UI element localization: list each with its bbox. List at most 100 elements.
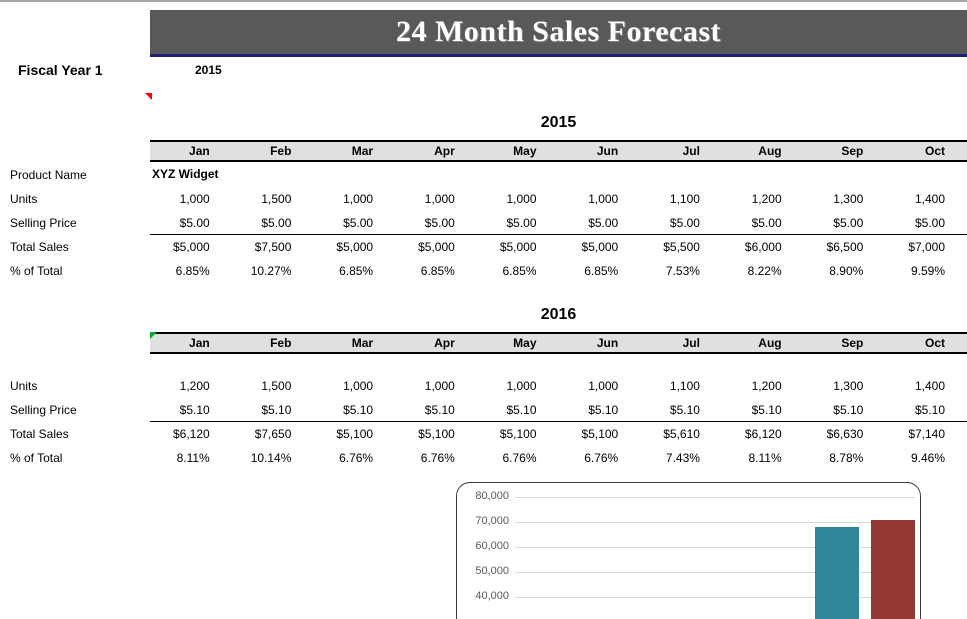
table-cell[interactable]: 8.11% [150, 448, 232, 470]
table-cell[interactable]: $5,100 [559, 424, 641, 446]
table-cell[interactable]: $5.00 [232, 213, 314, 234]
table-cell[interactable]: $5,000 [395, 237, 477, 259]
table-cell[interactable]: $5.10 [477, 400, 559, 421]
table-cell[interactable]: 6.85% [559, 261, 641, 283]
table-cell[interactable]: $7,140 [885, 424, 967, 446]
table-cell[interactable]: $5.10 [313, 400, 395, 421]
table-cell[interactable]: $5,000 [313, 237, 395, 259]
table-cell[interactable]: 1,400 [885, 376, 967, 398]
table-cell[interactable]: 1,000 [395, 376, 477, 398]
month-header-cell: Sep [841, 336, 864, 350]
table-cell[interactable]: 6.85% [313, 261, 395, 283]
table-cell[interactable]: $5.00 [885, 213, 967, 234]
table-cell[interactable]: $5,100 [313, 424, 395, 446]
table-cell[interactable]: 6.76% [313, 448, 395, 470]
month-header-row-2016: Jan Feb Mar Apr May Jun Jul Aug Sep Oct [150, 332, 967, 354]
comment-marker-red-icon[interactable] [145, 93, 152, 100]
table-cell[interactable]: 1,100 [640, 189, 722, 211]
chart-bar[interactable] [815, 526, 859, 619]
table-cell[interactable]: 10.27% [232, 261, 314, 283]
table-cell[interactable]: 1,000 [313, 376, 395, 398]
table-cell[interactable]: 1,000 [477, 189, 559, 211]
table-cell[interactable]: 9.46% [885, 448, 967, 470]
table-cell[interactable]: 8.78% [804, 448, 886, 470]
table-cell[interactable]: 1,400 [885, 189, 967, 211]
table-cell[interactable]: 6.85% [477, 261, 559, 283]
table-cell[interactable]: 6.76% [395, 448, 477, 470]
chart-y-tick-label: 40,000 [475, 590, 509, 602]
sales-bar-chart[interactable]: 80,000 70,000 60,000 50,000 40,000 [456, 482, 921, 619]
table-cell[interactable]: 8.90% [804, 261, 886, 283]
table-cell[interactable]: $5.10 [804, 400, 886, 421]
table-cell[interactable]: $5.00 [477, 213, 559, 234]
month-header-cell: Jan [189, 144, 210, 158]
table-cell[interactable]: 1,000 [313, 189, 395, 211]
table-cell[interactable]: $5.10 [559, 400, 641, 421]
table-cell[interactable]: 1,000 [559, 376, 641, 398]
table-cell[interactable]: 8.11% [722, 448, 804, 470]
table-cell[interactable]: $5.10 [640, 400, 722, 421]
table-cell[interactable]: $5.10 [150, 400, 232, 421]
table-cell[interactable]: 10.14% [232, 448, 314, 470]
month-header-row-2015: Jan Feb Mar Apr May Jun Jul Aug Sep Oct [150, 140, 967, 162]
table-cell[interactable]: $5.10 [722, 400, 804, 421]
table-cell[interactable]: $5,100 [395, 424, 477, 446]
table-cell[interactable]: $5.10 [885, 400, 967, 421]
table-cell[interactable]: 1,500 [232, 376, 314, 398]
table-cell[interactable]: $5.00 [804, 213, 886, 234]
spreadsheet-page: 24 Month Sales Forecast Fiscal Year 1 20… [0, 0, 967, 619]
table-cell[interactable]: $6,120 [150, 424, 232, 446]
table-cell[interactable]: 1,000 [477, 376, 559, 398]
table-cell[interactable]: 1,200 [722, 189, 804, 211]
table-cell[interactable]: $5.00 [640, 213, 722, 234]
table-cell[interactable]: 1,500 [232, 189, 314, 211]
table-cell[interactable]: $5,000 [477, 237, 559, 259]
table-cell[interactable]: $5.00 [722, 213, 804, 234]
table-cell[interactable]: 1,100 [640, 376, 722, 398]
table-cell[interactable]: 1,200 [722, 376, 804, 398]
table-cell[interactable]: $7,650 [232, 424, 314, 446]
table-cell[interactable]: $6,000 [722, 237, 804, 259]
table-cell[interactable]: 7.53% [640, 261, 722, 283]
month-header-cell: Jan [189, 336, 210, 350]
table-cell[interactable]: $7,500 [232, 237, 314, 259]
table-cell[interactable]: $5.10 [395, 400, 477, 421]
table-cell[interactable]: $5.00 [559, 213, 641, 234]
table-cell[interactable]: 1,300 [804, 189, 886, 211]
month-header-cell: Oct [925, 336, 946, 350]
table-cell[interactable]: 1,200 [150, 376, 232, 398]
data-row-selling-price-2015: $5.00 $5.00 $5.00 $5.00 $5.00 $5.00 $5.0… [150, 213, 967, 235]
table-cell[interactable]: 1,000 [559, 189, 641, 211]
table-cell[interactable]: $6,500 [804, 237, 886, 259]
comment-marker-green-icon[interactable] [150, 332, 157, 339]
table-cell[interactable]: $5.00 [313, 213, 395, 234]
data-row-percent-of-total-2015: 6.85% 10.27% 6.85% 6.85% 6.85% 6.85% 7.5… [150, 261, 967, 283]
row-label-product-name: Product Name [10, 168, 87, 182]
chart-y-tick-label: 80,000 [475, 490, 509, 502]
table-cell[interactable]: 1,000 [150, 189, 232, 211]
chart-bar[interactable] [871, 520, 915, 619]
table-cell[interactable]: $5.10 [232, 400, 314, 421]
table-cell[interactable]: 8.22% [722, 261, 804, 283]
product-name-value-2015[interactable]: XYZ Widget [152, 167, 219, 181]
table-cell[interactable]: $5,000 [559, 237, 641, 259]
table-cell[interactable]: $5.00 [150, 213, 232, 234]
table-cell[interactable]: 6.76% [477, 448, 559, 470]
fiscal-year-value[interactable]: 2015 [195, 63, 222, 77]
table-cell[interactable]: $5,610 [640, 424, 722, 446]
table-cell[interactable]: 7.43% [640, 448, 722, 470]
table-cell[interactable]: $6,120 [722, 424, 804, 446]
table-cell[interactable]: 9.59% [885, 261, 967, 283]
table-cell[interactable]: $5,500 [640, 237, 722, 259]
table-cell[interactable]: 6.76% [559, 448, 641, 470]
table-cell[interactable]: $5,100 [477, 424, 559, 446]
table-cell[interactable]: 1,300 [804, 376, 886, 398]
table-cell[interactable]: $5.00 [395, 213, 477, 234]
table-cell[interactable]: $5,000 [150, 237, 232, 259]
row-label-total-sales-2016: Total Sales [10, 427, 69, 441]
table-cell[interactable]: $6,630 [804, 424, 886, 446]
table-cell[interactable]: 6.85% [150, 261, 232, 283]
table-cell[interactable]: 1,000 [395, 189, 477, 211]
table-cell[interactable]: 6.85% [395, 261, 477, 283]
table-cell[interactable]: $7,000 [885, 237, 967, 259]
